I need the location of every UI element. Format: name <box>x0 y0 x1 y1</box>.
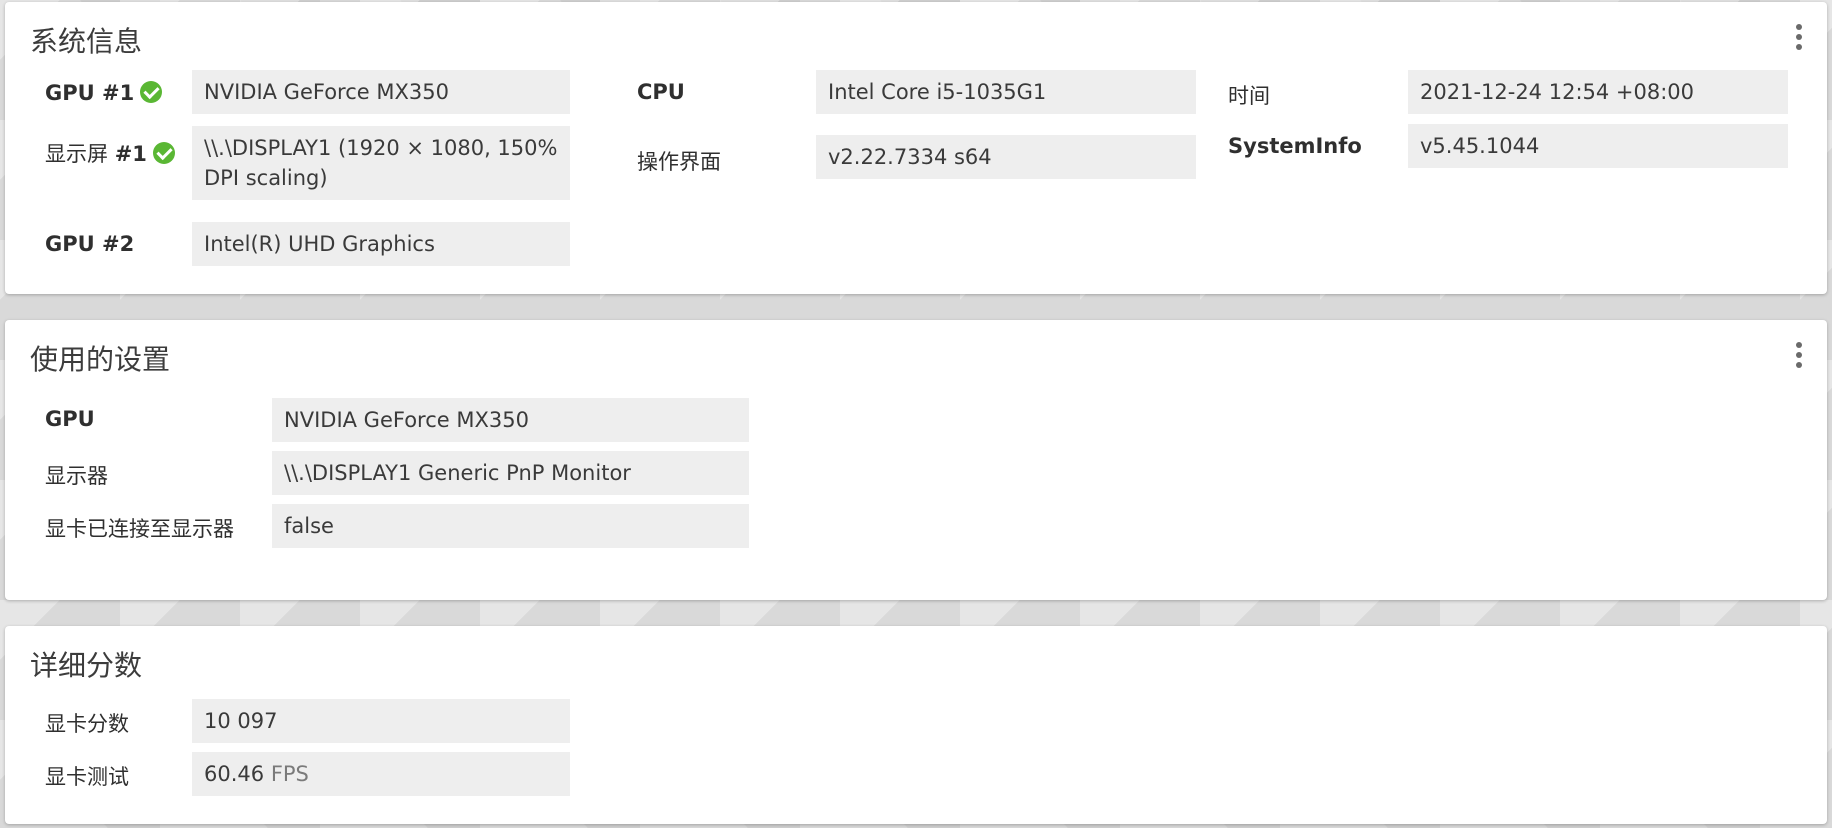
detailed-scores-panel: 详细分数 显卡分数 10 097 显卡测试 60.46 FPS <box>5 626 1827 824</box>
cpu-value: Intel Core i5-1035G1 <box>816 70 1196 114</box>
settings-connected-label: 显卡已连接至显示器 <box>45 517 234 541</box>
systeminfo-value: v5.45.1044 <box>1408 124 1788 168</box>
check-circle-icon <box>152 142 175 164</box>
settings-used-panel: 使用的设置 GPU NVIDIA GeForce MX350 显示器 \\.\D… <box>5 320 1827 600</box>
settings-connected-value: false <box>272 504 749 548</box>
time-value: 2021-12-24 12:54 +08:00 <box>1408 70 1788 114</box>
gpu1-value: NVIDIA GeForce MX350 <box>192 70 570 114</box>
check-circle-icon <box>140 81 163 103</box>
gpu-score-value: 10 097 <box>192 699 570 743</box>
gpu-test-value: 60.46 FPS <box>192 752 570 796</box>
panel-title: 使用的设置 <box>30 343 171 376</box>
settings-gpu-value: NVIDIA GeForce MX350 <box>272 398 749 442</box>
systeminfo-label: SystemInfo <box>1228 134 1362 158</box>
more-vertical-icon[interactable] <box>1793 24 1805 50</box>
time-label: 时间 <box>1228 84 1270 108</box>
gpu-test-number: 60.46 <box>204 762 265 786</box>
display1-label-num: #1 <box>114 142 147 166</box>
gpu2-value: Intel(R) UHD Graphics <box>192 222 570 266</box>
system-info-panel: 系统信息 GPU #1 NVIDIA GeForce MX350 显示屏 #1 … <box>5 2 1827 294</box>
display1-label: 显示屏 #1 <box>45 138 175 168</box>
settings-display-value: \\.\DISPLAY1 Generic PnP Monitor <box>272 451 749 495</box>
gpu-score-label: 显卡分数 <box>45 712 129 736</box>
display1-value: \\.\DISPLAY1 (1920 × 1080, 150% DPI scal… <box>192 126 570 200</box>
gpu-test-label: 显卡测试 <box>45 765 129 789</box>
gui-value: v2.22.7334 s64 <box>816 135 1196 179</box>
gpu2-label: GPU #2 <box>45 232 135 256</box>
more-vertical-icon[interactable] <box>1793 342 1805 368</box>
gpu1-label-text: GPU #1 <box>45 81 135 105</box>
gui-label: 操作界面 <box>637 150 721 174</box>
panel-title: 详细分数 <box>30 649 143 682</box>
display1-label-text: 显示屏 <box>45 142 115 166</box>
cpu-label: CPU <box>637 80 685 104</box>
settings-gpu-label: GPU <box>45 407 95 431</box>
settings-display-label: 显示器 <box>45 464 108 488</box>
gpu1-label: GPU #1 <box>45 81 163 105</box>
gpu-test-unit: FPS <box>270 762 309 786</box>
panel-title: 系统信息 <box>30 25 143 58</box>
